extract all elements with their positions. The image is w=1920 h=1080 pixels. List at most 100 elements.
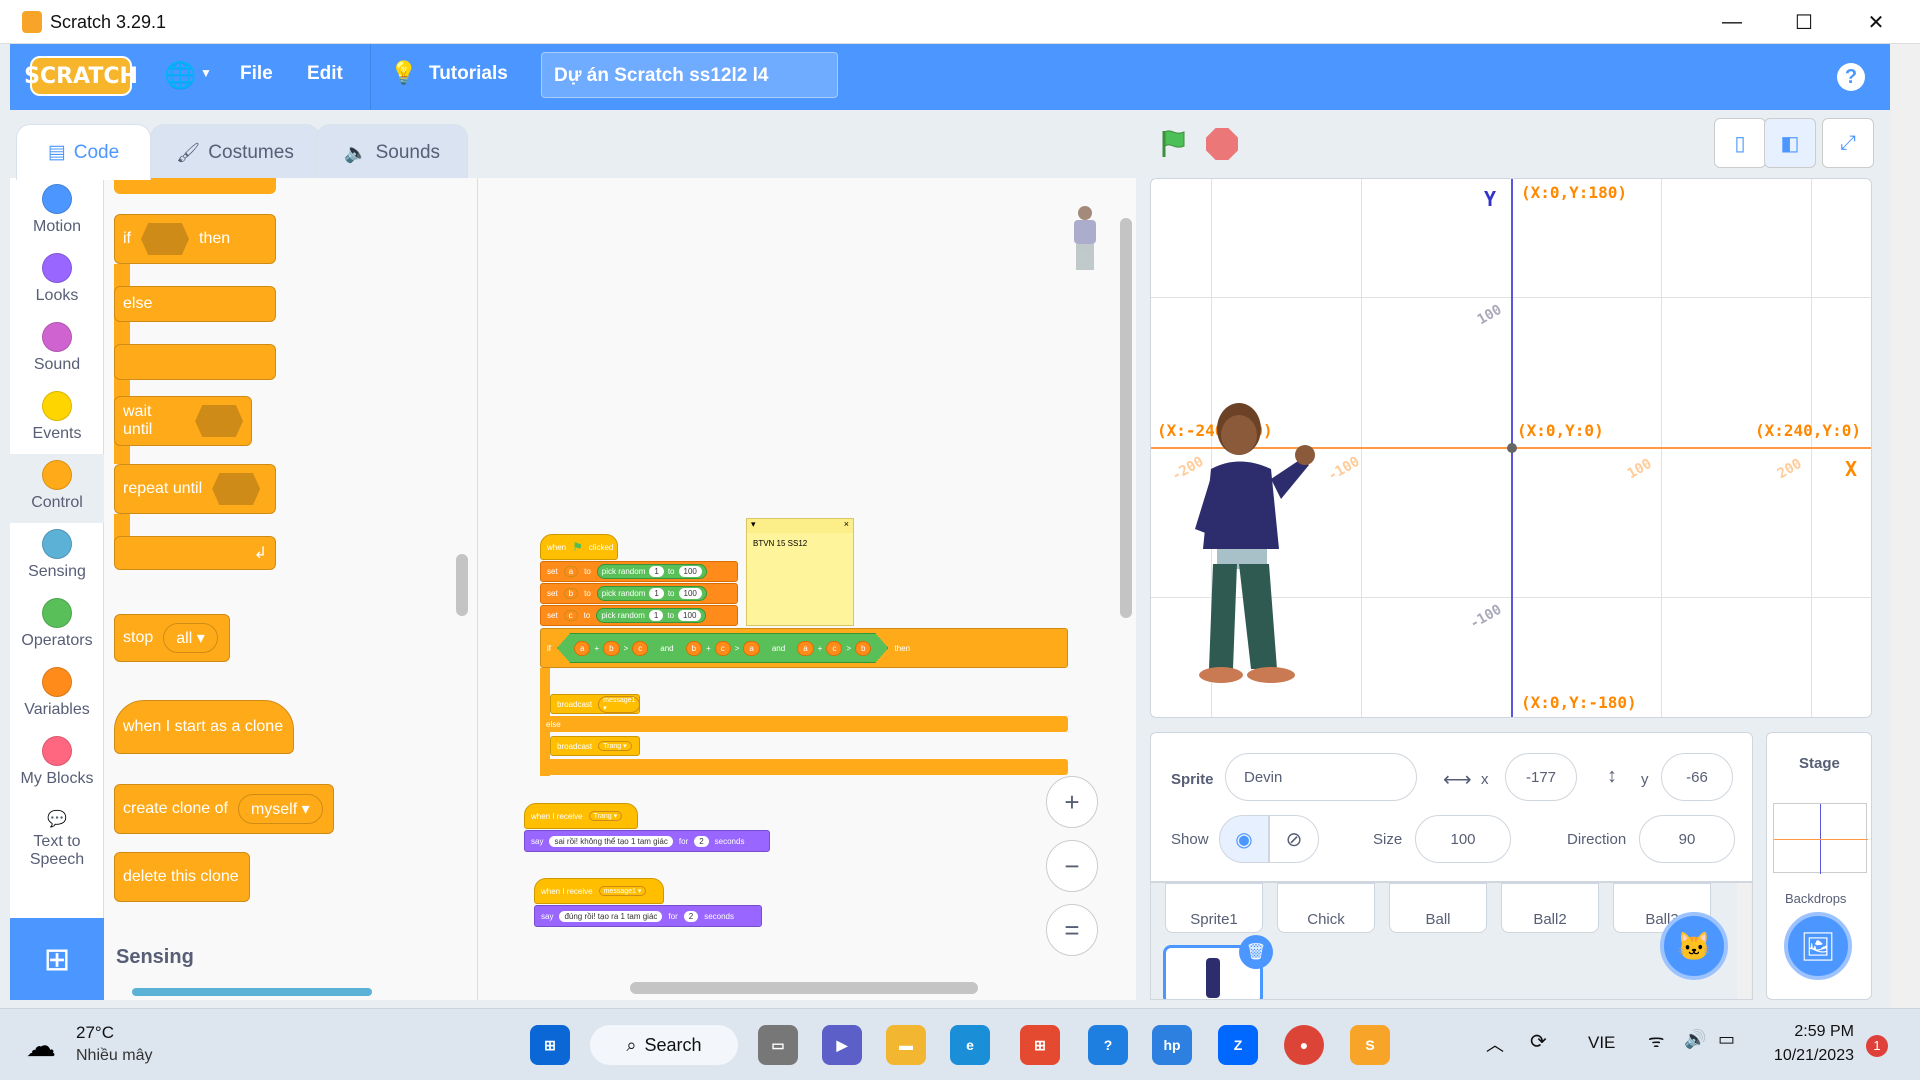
stage-thumbnail[interactable] [1773,803,1868,874]
maximize-button[interactable]: ☐ [1776,0,1832,44]
category-looks[interactable]: Looks [10,247,104,316]
start-windows-icon[interactable]: ⊞ [530,1025,570,1065]
weather-temp[interactable]: 27°C [76,1023,114,1043]
normal-stage-button[interactable]: ◧ [1764,118,1816,168]
fullscreen-button[interactable]: ⤢ [1822,118,1874,168]
pick-random-block[interactable]: pick random 1 to 100 [596,586,707,601]
edit-menu[interactable]: Edit [307,63,343,85]
vertical-scrollbar[interactable] [1120,218,1132,618]
file-explorer-icon[interactable]: ▬ [886,1025,926,1065]
stop-dropdown[interactable]: all ▾ [163,623,218,653]
sprite-tile-chick[interactable]: Chick [1277,883,1375,933]
choose-backdrop-button[interactable]: 🖼 [1784,912,1852,980]
delete-clone-block[interactable]: delete this clone [114,852,250,902]
condition-slot[interactable] [212,473,261,505]
file-menu[interactable]: File [240,63,273,85]
say-block-1[interactable]: say sai rồi! không thể tạo 1 tam giác for 2… [524,830,770,852]
when-receive-trang-block[interactable]: when I receive Trang ▾ [524,803,638,829]
clock-date[interactable]: 10/21/2023 [1766,1047,1854,1065]
set-c-block[interactable]: set c to pick random 1 to 100 [540,605,738,626]
when-start-as-clone-block[interactable]: when I start as a clone [114,700,294,754]
when-flag-clicked-block[interactable]: when ⚑ clicked [540,534,618,560]
green-flag-icon[interactable] [1158,127,1190,159]
clock-time[interactable]: 2:59 PM [1770,1023,1854,1041]
category-sensing[interactable]: Sensing [10,523,104,592]
tab-code[interactable]: ▤ Code [16,124,151,180]
create-clone-block[interactable]: create clone of myself ▾ [114,784,334,834]
if-block[interactable]: if then [114,214,276,264]
battery-icon[interactable]: ▭ [1718,1029,1735,1050]
volume-icon[interactable]: 🔊 [1684,1029,1706,1050]
weather-desc[interactable]: Nhiều mây [76,1047,152,1065]
sprite-tile-ball2[interactable]: Ball2 [1501,883,1599,933]
sprite-tile-ball[interactable]: Ball [1389,883,1487,933]
broadcast-message1-block[interactable]: broadcast message1 ▾ [550,694,641,714]
clone-dropdown[interactable]: myself ▾ [237,794,323,824]
category-events[interactable]: Events [10,385,104,454]
category-control[interactable]: Control [10,454,104,523]
y-input[interactable]: -66 [1661,753,1733,801]
block-palette[interactable]: if then else wait until repeat until ↲ st… [104,178,478,1000]
condition-slot[interactable] [141,223,189,255]
wait-until-block[interactable]: wait until [114,396,252,446]
horizontal-scrollbar[interactable] [630,982,978,994]
palette-scrollbar[interactable] [456,554,468,616]
comment-note[interactable]: ▾ × BTVN 15 SS12 [746,518,854,626]
delete-sprite-button[interactable]: 🗑 [1239,935,1273,969]
project-title-input[interactable]: Dự án Scratch ss12l2 l4 [541,52,838,98]
zoom-reset-button[interactable]: = [1046,904,1098,956]
tab-costumes[interactable]: 🖌 Costumes [150,124,320,180]
pick-random-block[interactable]: pick random 1 to 100 [596,564,707,579]
zoom-in-button[interactable]: + [1046,776,1098,828]
else-block[interactable]: else [114,286,276,322]
minimize-button[interactable]: — [1704,0,1760,44]
category-variables[interactable]: Variables [10,661,104,730]
pick-random-block[interactable]: pick random 1 to 100 [596,608,707,623]
sprite-name-input[interactable]: Devin [1225,753,1417,801]
note-text[interactable]: BTVN 15 SS12 [747,533,853,554]
globe-icon[interactable]: 🌐 [164,60,196,91]
stop-icon[interactable] [1206,128,1238,160]
help-icon[interactable]: ? [1837,63,1865,91]
if-else-script-block[interactable]: if a + b > c and b + c > a and a + c > b then [540,628,1068,668]
when-receive-message1-block[interactable]: when I receive message1 ▾ [534,878,664,904]
category-text-to-speech[interactable]: 💬 Text to Speech [10,799,104,879]
repeat-until-block[interactable]: repeat until [114,464,276,514]
help-app-icon[interactable]: ? [1088,1025,1128,1065]
tab-sounds[interactable]: 🔈 Sounds [316,124,468,180]
scratch-taskbar-icon[interactable]: S [1350,1025,1390,1065]
sync-icon[interactable]: ⟳ [1530,1029,1547,1054]
teams-icon[interactable]: ▶ [822,1025,862,1065]
show-hidden-button[interactable]: ⊘ [1269,815,1319,863]
set-a-block[interactable]: set a to pick random 1 to 100 [540,561,738,582]
script-area[interactable]: when ⚑ clicked set a to pick random 1 to 100 se… [478,178,1136,1000]
task-view-icon[interactable]: ▭ [758,1025,798,1065]
window-scrollbar[interactable] [1890,44,1920,1008]
category-sound[interactable]: Sound [10,316,104,385]
category-operators[interactable]: Operators [10,592,104,661]
sprite-list-scrollbar[interactable] [1737,883,1751,999]
edge-icon[interactable]: e [950,1025,990,1065]
if-else-end[interactable] [540,759,1068,775]
else-label[interactable]: else [540,716,1068,732]
close-button[interactable]: ✕ [1848,0,1904,44]
devin-sprite[interactable] [1181,399,1331,689]
category-my-blocks[interactable]: My Blocks [10,730,104,799]
add-extension-button[interactable]: ⊞ [10,918,104,1000]
say-block-2[interactable]: say đúng rồi! tạo ra 1 tam giác for 2 second… [534,905,762,927]
x-input[interactable]: -177 [1505,753,1577,801]
zalo-icon[interactable]: Z [1218,1025,1258,1065]
store-icon[interactable]: ⊞ [1020,1025,1060,1065]
notification-badge[interactable]: 1 [1866,1035,1888,1057]
category-motion[interactable]: Motion [10,178,104,247]
note-close-icon[interactable]: × [844,519,849,533]
sprite-tile-sprite1[interactable]: Sprite1 [1165,883,1263,933]
language-indicator[interactable]: VIE [1588,1033,1615,1053]
direction-input[interactable]: 90 [1639,815,1735,863]
taskbar-search[interactable]: ⌕ Search [590,1025,738,1065]
repeat-end[interactable]: ↲ [114,536,276,570]
stage-canvas[interactable]: Y (X:0,Y:180) (X:-240,Y:0) (X:0,Y:0) (X:… [1150,178,1872,718]
wifi-icon[interactable]: ᯤ [1648,1029,1664,1053]
scratch-logo[interactable]: SCRATCH [24,56,138,96]
set-b-block[interactable]: set b to pick random 1 to 100 [540,583,738,604]
